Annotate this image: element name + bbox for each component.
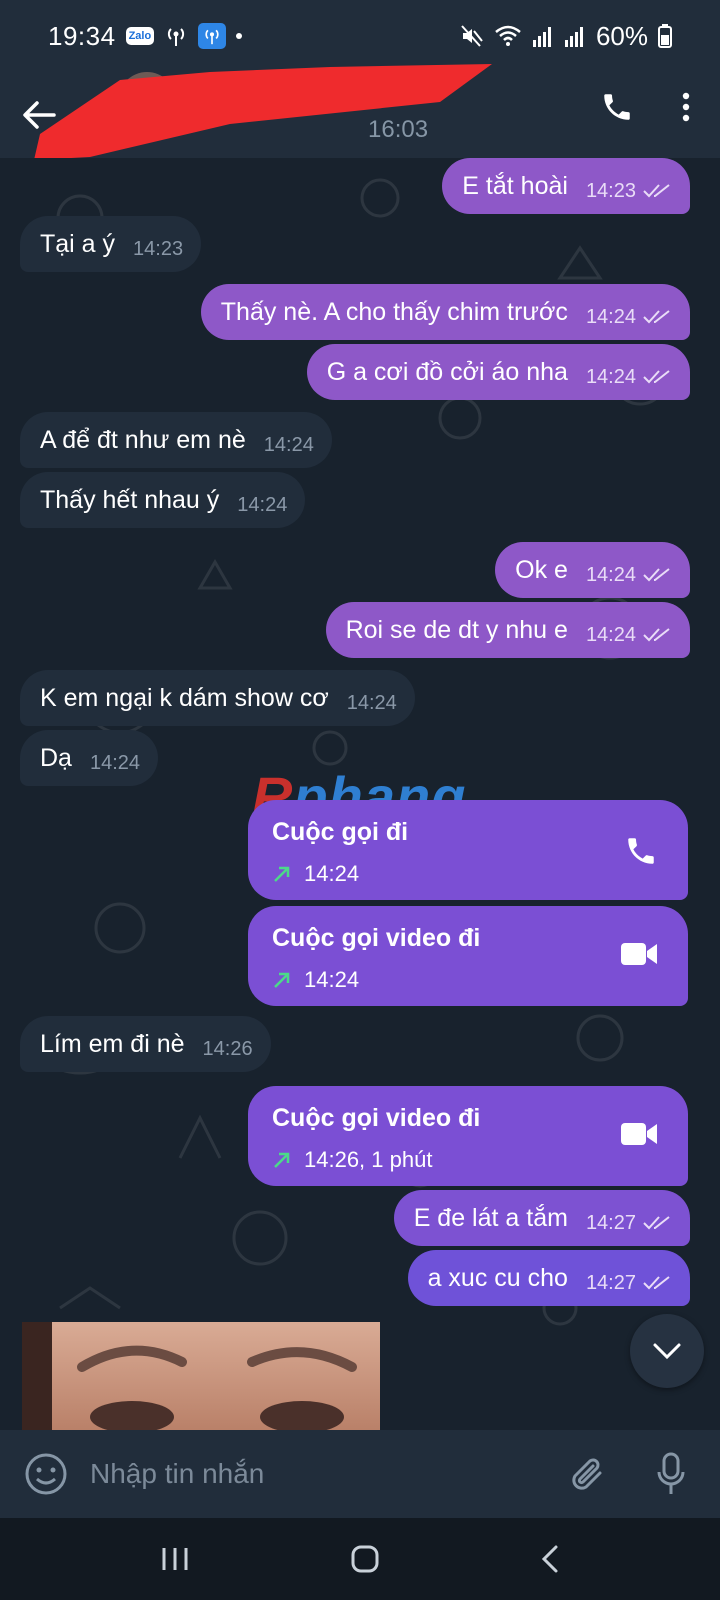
call-time: 14:24 (304, 861, 360, 886)
name-redaction-scribble (34, 64, 492, 160)
message-time: 14:24 (237, 493, 288, 516)
message-bubble-outgoing[interactable]: G a cơi đồ cởi áo nha 14:24 (306, 344, 690, 400)
message-bubble-outgoing[interactable]: Ok e 14:24 (495, 542, 690, 598)
emoji-icon[interactable] (24, 1452, 68, 1496)
message-bubble-outgoing[interactable]: a xuc cu cho 14:27 (407, 1250, 690, 1306)
read-receipt-icon (643, 310, 670, 324)
attachment-icon[interactable] (570, 1453, 606, 1495)
outgoing-call-bubble[interactable]: Cuộc gọi đi 14:24 (248, 800, 688, 900)
message-text: G a cơi đồ cởi áo nha (326, 357, 568, 386)
read-receipt-icon (643, 1276, 670, 1290)
message-text: Thấy hết nhau ý (40, 485, 220, 514)
more-options-icon[interactable] (682, 92, 690, 122)
status-time: 19:34 (48, 20, 116, 51)
call-title: Cuộc gọi đi (272, 818, 409, 846)
message-text: Thấy nè. A cho thấy chim trước (220, 297, 568, 326)
recent-apps-icon[interactable] (160, 1546, 190, 1572)
battery-icon (658, 24, 672, 48)
phone-icon[interactable] (624, 834, 658, 868)
message-text: Lím em đi nè (40, 1029, 185, 1058)
message-bubble-incoming[interactable]: K em ngại k dám show cơ 14:24 (20, 670, 415, 726)
message-text: Ok e (515, 555, 568, 584)
outgoing-video-call-bubble[interactable]: Cuộc gọi video đi 14:26, 1 phút (248, 1086, 688, 1186)
message-time: 14:26 (202, 1037, 253, 1060)
message-time: 14:24 (263, 433, 314, 456)
system-navigation-bar (0, 1518, 720, 1600)
read-receipt-icon (643, 370, 670, 384)
message-bubble-incoming[interactable]: Tại a ý 14:23 (20, 216, 202, 272)
message-text: A để đt như em nè (40, 425, 246, 454)
zalo-notification-icon: Zalo (125, 27, 155, 45)
outgoing-arrow-icon (274, 972, 290, 988)
message-time: 14:24 (346, 691, 397, 714)
photo-content (22, 1322, 380, 1430)
signal-icon (532, 27, 551, 47)
message-text: E đe lát a tắm (413, 1203, 568, 1232)
message-text: Tại a ý (40, 229, 116, 258)
chevron-down-icon (653, 1343, 681, 1360)
wifi-calling-icon (198, 23, 227, 49)
video-icon[interactable] (620, 940, 658, 968)
message-time: 14:24 (585, 623, 636, 646)
message-bubble-outgoing[interactable]: E tắt hoài 14:23 (442, 158, 690, 214)
message-text: Roi se de dt y nhu e (345, 615, 568, 644)
outgoing-video-call-bubble[interactable]: Cuộc gọi video đi 14:24 (248, 906, 688, 1006)
message-time: 14:23 (133, 237, 184, 260)
video-icon[interactable] (620, 1120, 658, 1148)
message-time: 14:24 (89, 751, 141, 774)
message-time: 14:23 (585, 179, 636, 202)
message-bubble-outgoing[interactable]: Thấy nè. A cho thấy chim trước 14:24 (200, 284, 690, 340)
outgoing-arrow-icon (274, 1152, 290, 1168)
message-text: E tắt hoài (462, 171, 568, 200)
message-time: 14:27 (585, 1271, 636, 1294)
call-time: 14:26, 1 phút (304, 1147, 433, 1172)
back-nav-icon[interactable] (540, 1544, 560, 1574)
message-text: K em ngại k dám show cơ (40, 683, 329, 712)
read-receipt-icon (643, 184, 670, 198)
message-bubble-incoming[interactable]: Lím em đi nè 14:26 (20, 1016, 271, 1072)
read-receipt-icon (643, 628, 670, 642)
message-bubble-outgoing[interactable]: Roi se de dt y nhu e 14:24 (325, 602, 690, 658)
hotspot-icon (168, 28, 185, 46)
message-time: 14:24 (585, 365, 636, 388)
message-input[interactable]: Nhập tin nhắn (90, 1458, 570, 1490)
message-bubble-incoming[interactable]: Thấy hết nhau ý 14:24 (20, 472, 306, 528)
message-text: a xuc cu cho (427, 1263, 568, 1292)
read-receipt-icon (643, 1216, 670, 1230)
message-text: Dạ (40, 743, 72, 772)
read-receipt-icon (643, 568, 670, 582)
message-bubble-incoming[interactable]: Dạ 14:24 (20, 730, 159, 786)
message-time: 14:24 (585, 305, 636, 328)
photo-message-thumbnail[interactable] (22, 1322, 380, 1430)
call-time: 14:24 (304, 967, 360, 992)
message-composer: Nhập tin nhắn (0, 1430, 720, 1518)
home-icon[interactable] (350, 1544, 380, 1574)
message-time: 14:24 (585, 563, 636, 586)
signal-icon-2 (564, 27, 583, 47)
mute-icon (461, 25, 483, 47)
wifi-icon (495, 25, 521, 46)
call-title: Cuộc gọi video đi (272, 1104, 481, 1132)
message-time: 14:27 (585, 1211, 636, 1234)
chat-message-list[interactable]: E tắt hoài 14:23 Tại a ý 14:23 Thấy nè. … (0, 158, 720, 1430)
notification-dot (236, 33, 243, 39)
message-bubble-incoming[interactable]: A để đt như em nè 14:24 (20, 412, 332, 468)
call-title: Cuộc gọi video đi (272, 924, 481, 952)
battery-percent: 60% (595, 20, 648, 51)
outgoing-arrow-icon (274, 866, 290, 882)
phone-call-icon[interactable] (600, 90, 634, 124)
microphone-icon[interactable] (656, 1452, 686, 1496)
scroll-to-bottom-button[interactable] (630, 1314, 704, 1388)
message-bubble-outgoing[interactable]: E đe lát a tắm 14:27 (393, 1190, 690, 1246)
